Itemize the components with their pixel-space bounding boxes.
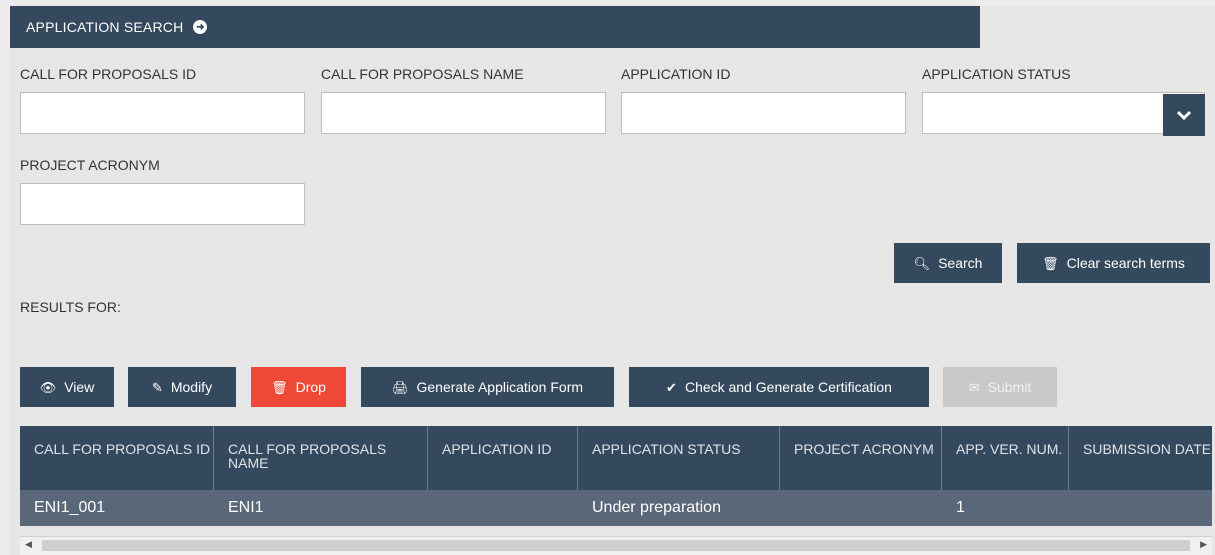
check-icon: ✔ — [666, 379, 677, 395]
print-icon: 🖨︎ — [391, 379, 409, 395]
scroll-left-icon[interactable]: ◀ — [25, 539, 32, 550]
table-row[interactable]: ENI1_001 ENI1 Under preparation 1 — [20, 490, 1212, 526]
clear-search-label: Clear search terms — [1066, 255, 1185, 271]
column-header[interactable]: CALL FOR PROPOSALS ID — [20, 426, 214, 490]
submit-button[interactable]: ✉ Submit — [943, 367, 1057, 407]
column-header[interactable]: PROJECT ACRONYM — [780, 426, 942, 490]
generate-application-form-button[interactable]: 🖨︎ Generate Application Form — [361, 367, 614, 407]
drop-label: Drop — [295, 379, 326, 395]
search-button-label: Search — [938, 255, 983, 271]
search-icon: 🔍︎ — [913, 255, 931, 271]
trash-icon: 🗑︎ — [1042, 255, 1059, 271]
cfp-name-label: CALL FOR PROPOSALS NAME — [321, 66, 524, 82]
app-id-label: APPLICATION ID — [621, 66, 731, 82]
chevron-down-icon[interactable] — [1163, 94, 1205, 136]
cfp-id-label: CALL FOR PROPOSALS ID — [20, 66, 197, 82]
app-status-label: APPLICATION STATUS — [922, 66, 1071, 82]
cell-version: 1 — [956, 499, 965, 516]
generate-form-label: Generate Application Form — [416, 379, 584, 395]
check-generate-certification-button[interactable]: ✔ Check and Generate Certification — [629, 367, 929, 407]
column-header[interactable]: APPLICATION ID — [428, 426, 578, 490]
search-button[interactable]: 🔍︎ Search — [894, 243, 1002, 283]
view-button[interactable]: 👁︎ View — [20, 367, 114, 407]
section-title: APPLICATION SEARCH — [26, 19, 184, 35]
results-label: RESULTS FOR: — [20, 299, 121, 315]
cell-cfp-id: ENI1_001 — [34, 499, 106, 516]
clear-search-button[interactable]: 🗑︎ Clear search terms — [1017, 243, 1210, 283]
acronym-input[interactable] — [20, 183, 305, 225]
column-header[interactable]: APP. VER. NUM. — [942, 426, 1069, 490]
cfp-name-input[interactable] — [321, 92, 606, 134]
table-header: CALL FOR PROPOSALS ID CALL FOR PROPOSALS… — [20, 426, 1212, 490]
cell-app-status: Under preparation — [592, 499, 721, 516]
drop-button[interactable]: 🗑︎ Drop — [251, 367, 346, 407]
results-table: CALL FOR PROPOSALS ID CALL FOR PROPOSALS… — [20, 426, 1212, 526]
modify-button[interactable]: ✎ Modify — [128, 367, 236, 407]
eye-icon: 👁︎ — [39, 379, 57, 395]
cfp-id-input[interactable] — [20, 92, 305, 134]
trash-icon: 🗑︎ — [271, 379, 288, 395]
view-label: View — [64, 379, 95, 395]
arrow-right-circle-icon[interactable]: ➜ — [193, 20, 208, 34]
column-header[interactable]: SUBMISSION DATE — [1069, 426, 1212, 490]
submit-label: Submit — [987, 379, 1032, 395]
column-header[interactable]: APPLICATION STATUS — [578, 426, 780, 490]
horizontal-scrollbar[interactable]: ◀ ▶ — [20, 536, 1212, 555]
cell-cfp-name: ENI1 — [228, 499, 264, 516]
pencil-icon: ✎ — [151, 379, 163, 395]
envelope-icon: ✉ — [968, 379, 980, 395]
app-id-input[interactable] — [621, 92, 906, 134]
scroll-right-icon[interactable]: ▶ — [1200, 539, 1207, 550]
section-header[interactable]: APPLICATION SEARCH ➜ — [10, 6, 980, 48]
check-generate-label: Check and Generate Certification — [684, 379, 892, 395]
scrollbar-thumb[interactable] — [42, 540, 1190, 551]
modify-label: Modify — [170, 379, 213, 395]
column-header[interactable]: CALL FOR PROPOSALS NAME — [214, 426, 428, 490]
acronym-label: PROJECT ACRONYM — [20, 157, 160, 173]
